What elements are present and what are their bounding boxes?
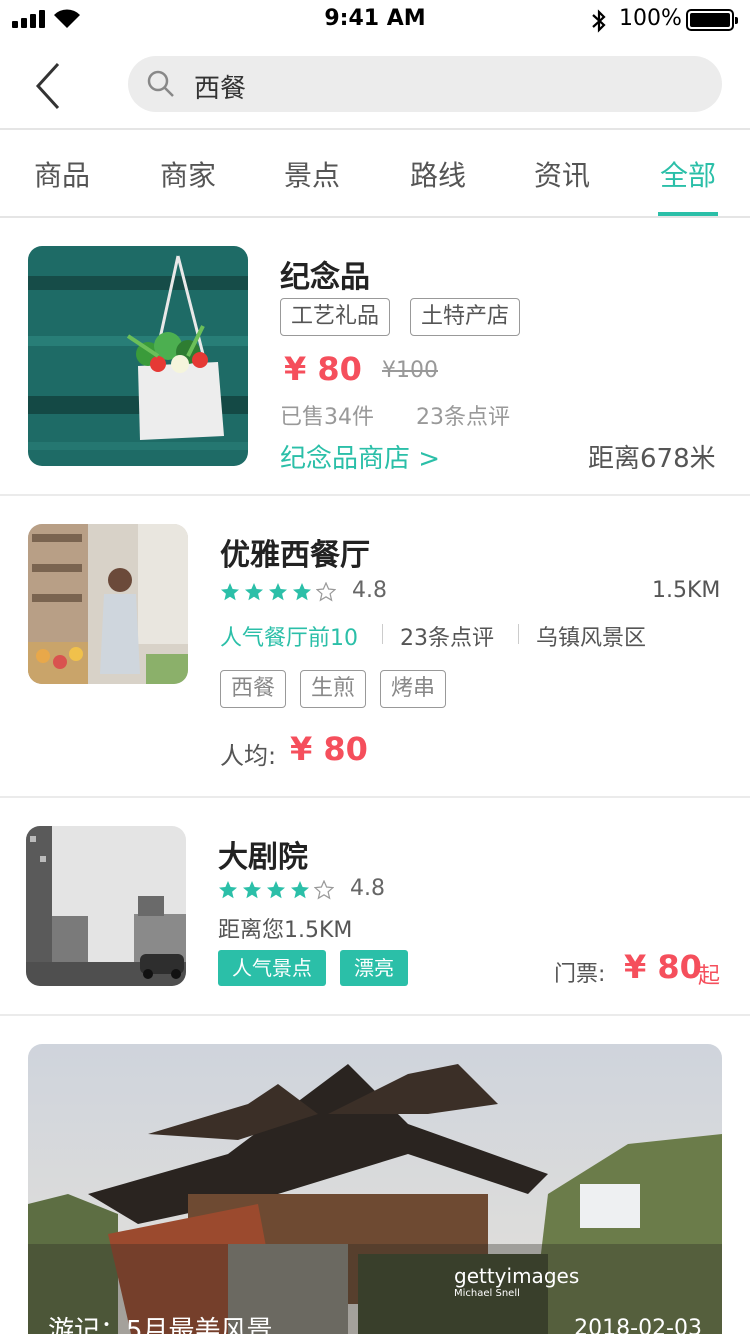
product-review-count: 23条点评: [416, 405, 510, 430]
divider: [0, 796, 750, 798]
product-tag: 工艺礼品: [280, 298, 391, 336]
product-original-price: ¥100: [382, 358, 438, 383]
star-filled-icon: [267, 881, 285, 899]
image-watermark: gettyimages Michael Snell: [454, 1264, 579, 1299]
restaurant-distance: 1.5KM: [652, 578, 721, 603]
tab-news[interactable]: 资讯: [522, 154, 602, 194]
star-empty-icon: [314, 880, 334, 900]
tab-goods[interactable]: 商品: [22, 154, 102, 194]
star-filled-icon: [269, 583, 287, 601]
article-date: 2018-02-03: [574, 1316, 702, 1334]
star-filled-icon: [291, 881, 309, 899]
search-query: 西餐: [194, 74, 247, 104]
restaurant-review-count: 23条点评: [400, 626, 494, 651]
restaurant-avg-label: 人均:: [220, 742, 277, 770]
attraction-tag: 人气景点: [218, 950, 326, 986]
star-filled-icon: [221, 583, 239, 601]
product-price: ¥ 80: [284, 350, 362, 388]
restaurant-area: 乌镇风景区: [536, 626, 647, 651]
watermark-brand: gettyimages: [454, 1264, 580, 1288]
chevron-left-icon: [35, 62, 60, 110]
tab-routes[interactable]: 路线: [398, 154, 478, 194]
restaurant-tag: 西餐: [220, 670, 287, 708]
divider: [0, 1014, 750, 1016]
restaurant-tag: 烤串: [380, 670, 447, 708]
shop-link[interactable]: 纪念品商店 >: [280, 438, 440, 475]
tab-all[interactable]: 全部: [648, 154, 728, 194]
star-filled-icon: [243, 881, 261, 899]
divider: [0, 216, 750, 218]
attraction-distance: 距离您1.5KM: [218, 918, 353, 943]
category-tabs: 商品 商家 景点 路线 资讯 全部: [0, 130, 750, 216]
restaurant-rating-value: 4.8: [352, 578, 387, 603]
travel-article-card[interactable]: gettyimages Michael Snell 游记：5月最美风景 2018…: [28, 1044, 722, 1334]
star-filled-icon: [219, 881, 237, 899]
star-filled-icon: [293, 583, 311, 601]
bluetooth-icon: [592, 9, 606, 33]
product-tag: 土特产店: [410, 298, 521, 336]
attraction-image: [26, 826, 186, 986]
restaurant-rank: 人气餐厅前10: [220, 626, 358, 651]
search-icon: [147, 70, 174, 97]
restaurant-title: 优雅西餐厅: [220, 538, 370, 573]
attraction-title: 大剧院: [218, 840, 308, 875]
tab-merchants[interactable]: 商家: [148, 154, 228, 194]
article-title: 游记：5月最美风景: [48, 1316, 273, 1334]
star-empty-icon: [316, 582, 336, 602]
restaurant-tag: 生煎: [300, 670, 367, 708]
divider: [382, 624, 383, 644]
back-button[interactable]: [32, 60, 72, 112]
battery-percent: 100%: [619, 6, 682, 31]
ticket-label: 门票:: [554, 962, 606, 987]
divider: [0, 494, 750, 496]
battery-icon: [686, 9, 738, 31]
restaurant-avg-price: ¥ 80: [290, 730, 368, 768]
tab-attractions[interactable]: 景点: [272, 154, 352, 194]
attraction-tag: 漂亮: [340, 950, 408, 986]
attraction-rating-stars: [218, 880, 334, 900]
watermark-credit: Michael Snell: [454, 1288, 520, 1299]
ticket-price: ¥ 80: [624, 948, 702, 986]
star-filled-icon: [245, 583, 263, 601]
restaurant-rating-stars: [220, 582, 336, 602]
product-image: [28, 246, 248, 466]
divider: [518, 624, 519, 644]
product-title: 纪念品: [280, 260, 370, 295]
product-sold-count: 已售34件: [280, 405, 374, 430]
article-cover-image: [28, 1044, 722, 1334]
product-distance: 距离678米: [588, 444, 716, 474]
ticket-price-suffix: 起: [698, 964, 721, 989]
status-bar: 9:41 AM 100%: [0, 0, 750, 40]
search-input[interactable]: 西餐: [128, 56, 722, 112]
attraction-rating-value: 4.8: [350, 876, 385, 901]
restaurant-image: [28, 524, 188, 684]
